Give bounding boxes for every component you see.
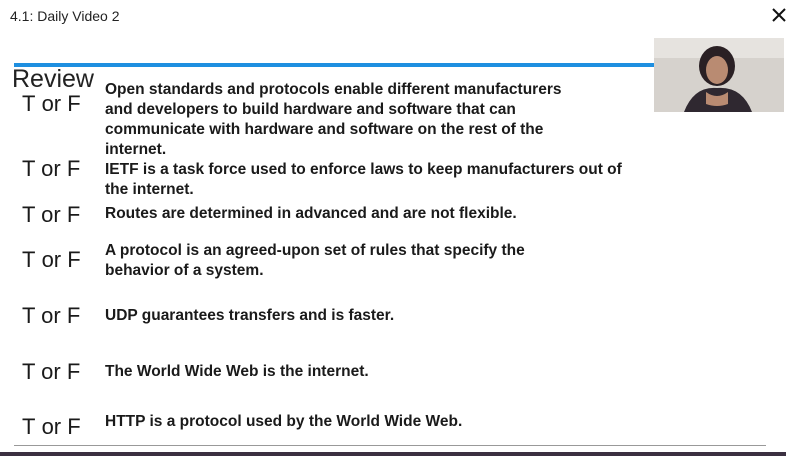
statement-text: Open standards and protocols enable diff… (105, 81, 562, 158)
player-progress-bar[interactable] (0, 452, 786, 456)
slide-bottom-rule (14, 445, 766, 446)
true-false-choice: T or F (22, 199, 85, 230)
answer-highlight: F (60, 300, 85, 331)
answer-highlight: F (60, 356, 85, 387)
answer-highlight: T (15, 88, 40, 119)
true-false-choice: T or F (22, 356, 85, 387)
answer-highlight: F (60, 153, 85, 184)
close-button[interactable] (769, 4, 786, 26)
answer-highlight: T (15, 411, 40, 442)
statement-text: IETF is a task force used to enforce law… (105, 161, 622, 198)
true-false-choice: T or F (15, 244, 81, 275)
video-viewer: { "window": { "title": "4.1: Daily Video… (0, 0, 786, 456)
statement-text: HTTP is a protocol used by the World Wid… (105, 413, 463, 430)
slide-heading: Review (12, 65, 94, 93)
answer-highlight: F (60, 199, 85, 230)
statement-text: The World Wide Web is the internet. (105, 363, 369, 380)
true-false-choice: T or F (22, 153, 85, 184)
answer-highlight: T (15, 244, 40, 275)
statement-text: A protocol is an agreed-upon set of rule… (105, 242, 525, 279)
slide-accent-rule (14, 63, 654, 67)
true-false-choice: T or F (15, 88, 81, 119)
video-frame[interactable]: Review T or F Open standards and protoco… (0, 30, 786, 452)
true-false-choice: T or F (15, 411, 81, 442)
statement-text: Routes are determined in advanced and ar… (105, 205, 517, 222)
close-icon[interactable] (772, 8, 786, 22)
dialog-title: 4.1: Daily Video 2 (10, 8, 120, 24)
true-false-choice: T or F (22, 300, 85, 331)
statement-text: UDP guarantees transfers and is faster. (105, 307, 395, 324)
